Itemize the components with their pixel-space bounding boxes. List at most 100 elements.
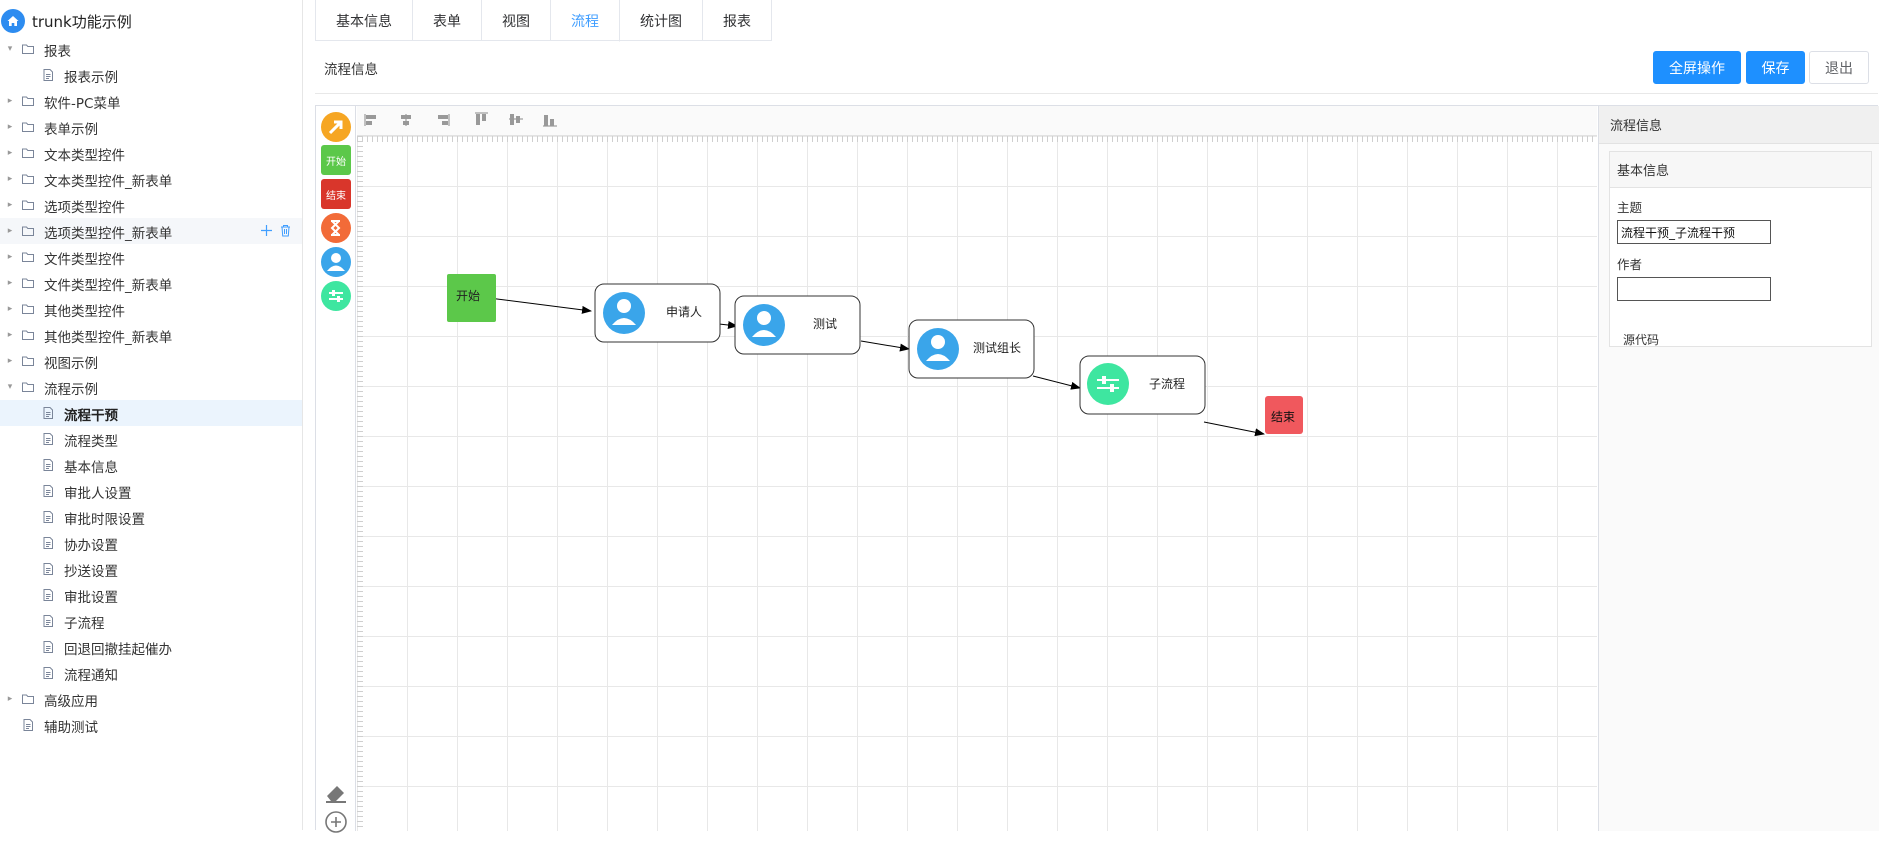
tree-item[interactable]: 流程通知 [0,660,302,686]
document-icon [41,68,55,82]
tab-report[interactable]: 报表 [703,0,772,41]
tree-item[interactable]: 审批人设置 [0,478,302,504]
align-right-icon[interactable] [438,114,450,126]
node-label: 开始 [456,289,481,303]
tree-item[interactable]: ▸ 选项类型控件_新表单 [0,218,302,244]
tab-form[interactable]: 表单 [413,0,482,41]
tree-item[interactable]: ▸ 文件类型控件 [0,244,302,270]
tree-item[interactable]: ▸ 软件-PC菜单 [0,88,302,114]
caret-down-icon[interactable]: ▾ [5,44,15,54]
caret-right-icon[interactable]: ▸ [5,148,15,158]
caret-right-icon[interactable]: ▸ [5,122,15,132]
tree-item[interactable]: ▸ 视图示例 [0,348,302,374]
caret-right-icon[interactable]: ▸ [5,278,15,288]
flow-edge[interactable] [488,297,592,314]
source-code-link[interactable]: 源代码 [1623,331,1659,348]
folder-icon [21,354,35,368]
subject-input[interactable] [1617,220,1771,244]
tree-item-actions [260,224,292,237]
flow-canvas[interactable]: 开始 申请人 测试 测试组长 子流程 结束 [357,136,1597,831]
tree-item[interactable]: ▸ 文件类型控件_新表单 [0,270,302,296]
author-input[interactable] [1617,277,1771,301]
fullscreen-button[interactable]: 全屏操作 [1653,51,1741,84]
tree-item[interactable]: ▾ 报表 [0,36,302,62]
properties-panel: 流程信息 基本信息 主题 作者 源代码 [1598,106,1879,831]
tree-item[interactable]: 流程类型 [0,426,302,452]
exit-button[interactable]: 退出 [1809,51,1869,84]
tree-item-label: 抄送设置 [64,564,118,580]
tree-item-label: 其他类型控件_新表单 [44,330,173,346]
tab-flow[interactable]: 流程 [551,0,620,42]
node-label: 测试组长 [973,341,1022,355]
eraser-icon[interactable] [321,777,351,807]
flow-edge[interactable] [718,321,738,329]
tree-item-label: 流程示例 [44,382,98,398]
caret-right-icon[interactable]: ▸ [5,96,15,106]
connector-arrow-icon[interactable] [321,112,351,142]
tree-item[interactable]: ▸ 其他类型控件 [0,296,302,322]
tree-item[interactable]: 辅助测试 [0,712,302,738]
save-button[interactable]: 保存 [1746,51,1805,84]
plus-icon[interactable] [260,224,273,237]
caret-right-icon[interactable]: ▸ [5,200,15,210]
document-icon [41,432,55,446]
timer-node-icon[interactable] [321,213,351,243]
tree-item-label: 协办设置 [64,538,118,554]
tree-item[interactable]: 子流程 [0,608,302,634]
basic-info-card: 基本信息 主题 作者 源代码 [1609,151,1872,347]
tree-item-label: 文本类型控件 [44,148,125,164]
tree-item-label: 表单示例 [44,122,98,138]
document-icon [41,562,55,576]
node-label: 测试 [813,317,838,331]
divider [315,93,1878,94]
caret-right-icon[interactable]: ▸ [5,252,15,262]
caret-right-icon[interactable]: ▸ [5,226,15,236]
tree-item[interactable]: ▸ 其他类型控件_新表单 [0,322,302,348]
tree-item[interactable]: 审批时限设置 [0,504,302,530]
align-middle-icon[interactable] [509,114,523,125]
caret-right-icon[interactable]: ▸ [5,330,15,340]
tree-item[interactable]: ▸ 选项类型控件 [0,192,302,218]
tab-basic-info[interactable]: 基本信息 [316,0,413,41]
tree-item-label: 审批人设置 [64,486,132,502]
start-node-tool[interactable]: 开始 [321,145,351,175]
align-top-icon[interactable] [475,112,488,125]
document-icon [41,510,55,524]
align-center-icon[interactable] [401,114,411,126]
caret-right-icon[interactable]: ▸ [5,694,15,704]
zoom-in-icon[interactable] [321,807,351,837]
caret-right-icon[interactable]: ▸ [5,174,15,184]
flow-edge[interactable] [860,340,910,352]
end-node-tool[interactable]: 结束 [321,179,351,209]
tab-chart[interactable]: 统计图 [620,0,703,41]
flow-edge[interactable] [1203,421,1265,437]
caret-right-icon[interactable]: ▸ [5,356,15,366]
tree-item[interactable]: ▸ 文本类型控件 [0,140,302,166]
tree-item[interactable]: ▸ 表单示例 [0,114,302,140]
caret-right-icon[interactable]: ▸ [5,304,15,314]
align-bottom-icon[interactable] [543,115,557,127]
subprocess-icon[interactable] [321,281,351,311]
flow-designer: 开始 结束 开始 申请人 测试 测试组长 子流程 结束 流程信息 基本信息 主题… [315,105,1879,833]
tree-item-label: 选项类型控件_新表单 [44,226,173,242]
trash-icon[interactable] [279,224,292,237]
tree-item[interactable]: ▸ 高级应用 [0,686,302,712]
flow-edge[interactable] [1032,375,1081,390]
node-palette: 开始 结束 [316,106,356,833]
tree-item-label: 流程干预 [64,408,118,424]
align-left-icon[interactable] [364,114,376,126]
tree-item[interactable]: 基本信息 [0,452,302,478]
tree-item[interactable]: 回退回撤挂起催办 [0,634,302,660]
document-icon [41,588,55,602]
tree-root[interactable]: trunk功能示例 [0,8,132,34]
tree-item[interactable]: ▸ 文本类型控件_新表单 [0,166,302,192]
tree-item[interactable]: 协办设置 [0,530,302,556]
caret-down-icon[interactable]: ▾ [5,382,15,392]
tree-item[interactable]: 抄送设置 [0,556,302,582]
tab-view[interactable]: 视图 [482,0,551,41]
tree-item[interactable]: ▾ 流程示例 [0,374,302,400]
tree-item[interactable]: 流程干预 [0,400,302,426]
tree-item[interactable]: 报表示例 [0,62,302,88]
user-task-icon[interactable] [321,247,351,277]
tree-item[interactable]: 审批设置 [0,582,302,608]
